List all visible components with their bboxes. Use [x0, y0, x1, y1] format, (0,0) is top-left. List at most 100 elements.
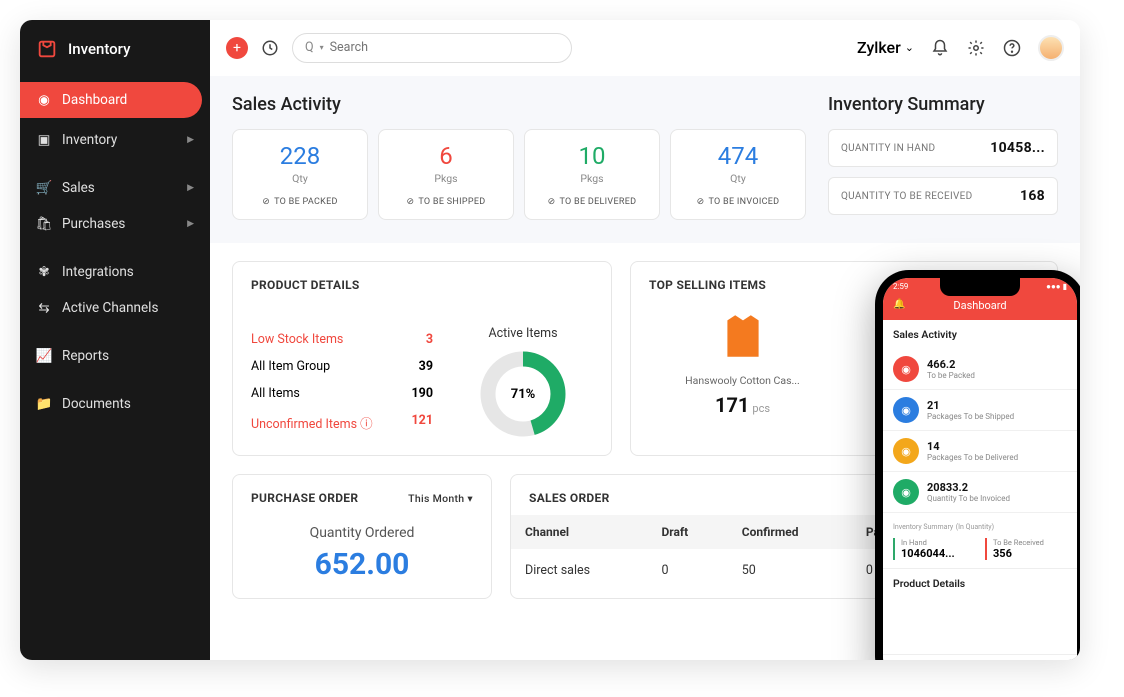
sa-value: 474 [679, 142, 797, 170]
app-name: Inventory [68, 40, 130, 58]
app-window: Inventory ◉Dashboard ▣Inventory▶ 🛒 Sales ▶ 🛍P… [20, 20, 1080, 660]
inv-label: QUANTITY IN HAND [841, 143, 935, 154]
phone-activity-card[interactable]: ◉14Packages To be Delivered [883, 431, 1077, 472]
phone-tab-bar: ⌂Dashboard🛒Sales Orders📦Packages🛍Items⋯M… [883, 654, 1077, 660]
search-input[interactable] [330, 40, 559, 55]
sidebar-item-purchases[interactable]: 🛍Purchases▶ [20, 206, 210, 242]
sa-value: 10 [533, 142, 651, 170]
check-circle-icon: ⊘ [548, 197, 556, 207]
phone-notch [940, 278, 1020, 296]
sales-activity-card[interactable]: 228Qty⊘ TO BE PACKED [232, 129, 368, 220]
caret-right-icon: ▶ [187, 183, 194, 193]
product-detail-row[interactable]: All Items190 [251, 380, 433, 407]
sales-activity-card[interactable]: 6 Pkgs ⊘ TO BE SHIPPED [378, 129, 514, 220]
sidebar-item-label: Sales [62, 180, 95, 196]
app-logo: Inventory [20, 20, 210, 78]
chevron-down-icon: ⌄ [905, 41, 914, 54]
pd-value: 190 [411, 386, 433, 401]
sales-activity: Sales Activity 228Qty⊘ TO BE PACKED6Pkgs… [232, 94, 806, 225]
search-box[interactable]: Q ▾ [292, 33, 572, 63]
active-items-chart: Active Items 71% [453, 326, 593, 439]
sa-value: 6 [387, 142, 505, 170]
inv-value: 10458... [990, 140, 1045, 156]
sidebar-item-label: Inventory [62, 132, 117, 148]
chart-icon: 📈 [36, 348, 52, 364]
phone-card-label: Packages To be Delivered [927, 453, 1018, 462]
avatar[interactable] [1038, 35, 1064, 61]
sa-label: ⊘ TO BE PACKED [241, 197, 359, 207]
sidebar-item-reports[interactable]: 📈Reports [20, 338, 210, 374]
product-count: 171pcs [649, 393, 836, 417]
chevron-down-icon: ▾ [320, 43, 324, 52]
pd-label: Unconfirmed Items ⓘ [251, 413, 373, 432]
sidebar-item-label: Dashboard [62, 92, 127, 108]
product-name: Hanswooly Cotton Cas... [649, 374, 836, 387]
purchase-order-filter[interactable]: This Month ▾ [408, 492, 473, 505]
phone-card-value: 21 [927, 399, 1014, 412]
phone-mockup: 2:59 ●●● ▮ 🔔 Dashboard Sales Activity ◉4… [875, 270, 1080, 660]
phone-status-icons: ●●● ▮ [1046, 282, 1067, 291]
top-selling-title-text: TOP SELLING ITEMS [649, 278, 766, 292]
inventory-summary: Inventory Summary QUANTITY IN HAND10458.… [828, 94, 1058, 225]
product-detail-row[interactable]: All Item Group39 [251, 353, 433, 380]
phone-card-label: To be Packed [927, 371, 975, 380]
phone-sales-title: Sales Activity [883, 320, 1077, 349]
sidebar-item-label: Integrations [62, 264, 134, 280]
phone-card-value: 14 [927, 440, 1018, 453]
add-button[interactable]: + [226, 37, 248, 59]
phone-header: 🔔 Dashboard [883, 293, 1077, 320]
org-switcher[interactable]: Zylker ⌄ [857, 38, 914, 57]
table-header: Confirmed [728, 515, 852, 549]
check-circle-icon: ⊘ [262, 197, 270, 207]
phone-activity-card[interactable]: ◉466.2To be Packed [883, 349, 1077, 390]
sidebar-item-dashboard[interactable]: ◉Dashboard [20, 82, 202, 118]
sales-activity-title: Sales Activity [232, 94, 806, 115]
sidebar-item-label: Documents [62, 396, 131, 412]
phone-inv-col: In Hand1046044... [893, 538, 975, 560]
phone-activity-card[interactable]: ◉21Packages To be Shipped [883, 390, 1077, 431]
pd-value: 39 [419, 359, 433, 374]
inv-label: QUANTITY TO BE RECEIVED [841, 191, 973, 202]
phone-card-label: Quantity To be Invoiced [927, 494, 1010, 503]
sa-unit: Pkgs [387, 172, 505, 185]
sidebar-item-integrations[interactable]: ✾Integrations [20, 254, 210, 290]
phone-card-value: 466.2 [927, 358, 975, 371]
history-icon[interactable] [260, 38, 280, 58]
sales-activity-cards: 228Qty⊘ TO BE PACKED6Pkgs⊘ TO BE SHIPPED… [232, 129, 806, 220]
sidebar-item-documents[interactable]: 📁Documents [20, 386, 210, 422]
sa-unit: Qty [679, 172, 797, 185]
sales-activity-card[interactable]: 474Qty⊘ TO BE INVOICED [670, 129, 806, 220]
bell-icon[interactable] [930, 38, 950, 58]
product-detail-row[interactable]: Low Stock Items3 [251, 326, 433, 353]
product-detail-row[interactable]: Unconfirmed Items ⓘ121 [251, 407, 433, 438]
phone-time: 2:59 [893, 282, 908, 291]
bell-icon[interactable]: 🔔 [893, 299, 905, 310]
sa-label: ⊘ TO BE SHIPPED [387, 197, 505, 207]
sidebar-item-active-channels[interactable]: ⇆Active Channels [20, 290, 210, 326]
check-circle-icon: ⊘ [697, 197, 705, 207]
sidebar-item-sales[interactable]: 🛒 Sales ▶ [20, 170, 210, 206]
phone-activity-card[interactable]: ◉20833.2Quantity To be Invoiced [883, 472, 1077, 513]
sa-value: 228 [241, 142, 359, 170]
sidebar-nav: ◉Dashboard ▣Inventory▶ 🛒 Sales ▶ 🛍Purchases▶ ✾… [20, 82, 210, 422]
phone-screen: 2:59 ●●● ▮ 🔔 Dashboard Sales Activity ◉4… [883, 278, 1077, 660]
phone-body: Sales Activity ◉466.2To be Packed◉21Pack… [883, 320, 1077, 654]
purchase-order-panel: PURCHASE ORDER This Month ▾ Quantity Ord… [232, 474, 492, 599]
quantity-ordered-label: Quantity Ordered [251, 525, 473, 541]
product-image [713, 306, 773, 366]
help-icon[interactable] [1002, 38, 1022, 58]
sidebar: Inventory ◉Dashboard ▣Inventory▶ 🛒 Sales ▶ 🛍P… [20, 20, 210, 660]
phone-inv-col: To Be Received356 [985, 538, 1067, 560]
phone-card-value: 20833.2 [927, 481, 1010, 494]
quantity-ordered-value: 652.00 [251, 547, 473, 582]
product-details-title: PRODUCT DETAILS [251, 278, 593, 292]
sidebar-item-inventory[interactable]: ▣Inventory▶ [20, 122, 210, 158]
sales-activity-card[interactable]: 10Pkgs⊘ TO BE DELIVERED [524, 129, 660, 220]
purchase-order-title: PURCHASE ORDER This Month ▾ [251, 491, 473, 505]
gear-icon[interactable] [966, 38, 986, 58]
phone-inv-summary: Inventory Summary (In Quantity) In Hand1… [883, 513, 1077, 568]
cart-icon: 🛒 [36, 180, 52, 196]
caret-down-icon: ▾ [467, 492, 473, 505]
top-selling-item[interactable]: Hanswooly Cotton Cas... 171pcs [649, 306, 836, 417]
phone-pd-title: Product Details [883, 568, 1077, 598]
